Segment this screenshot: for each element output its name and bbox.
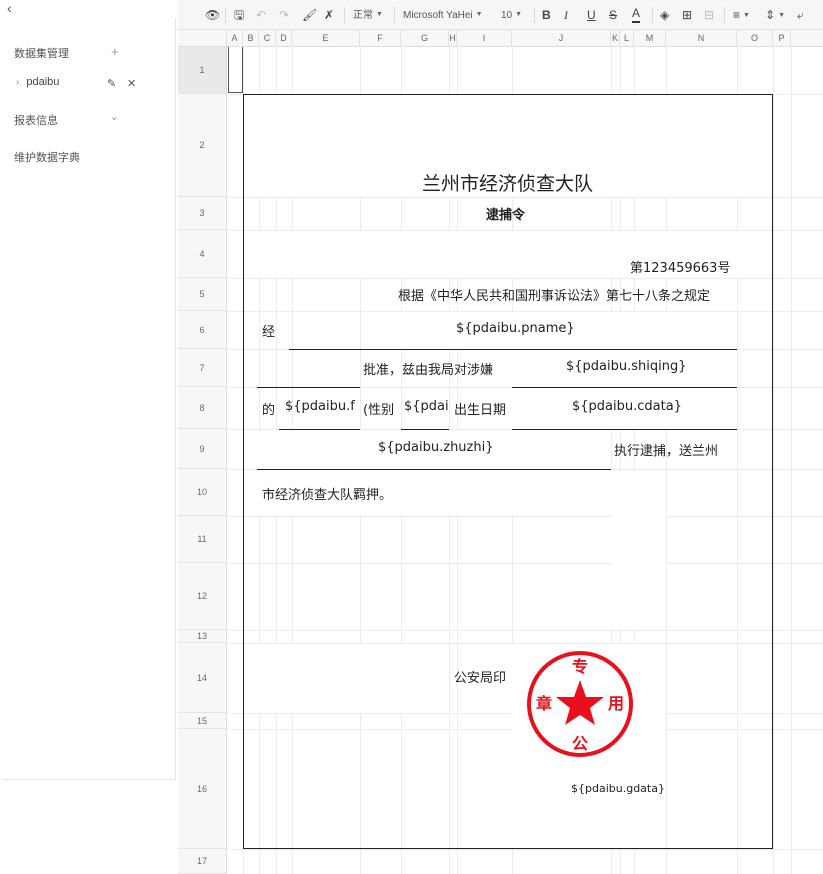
merge-cells-icon[interactable]: ⊟ xyxy=(704,7,714,23)
cell-gender[interactable]: (性别 xyxy=(363,399,394,418)
cell-detain[interactable]: 市经济侦查大队羁押。 xyxy=(262,484,392,503)
italic-button[interactable]: I xyxy=(564,7,568,23)
row-header-cell[interactable]: 6 xyxy=(178,311,226,349)
strikethrough-button[interactable]: S xyxy=(609,7,617,23)
row-header-cell[interactable]: 10 xyxy=(178,469,226,516)
border-icon[interactable]: ⊞ xyxy=(682,7,692,23)
doc-basis[interactable]: 根据《中华人民共和国刑事诉讼法》第七十八条之规定 xyxy=(398,285,710,304)
cell-f-field[interactable]: ${pdaibu.f xyxy=(285,399,355,414)
report-info-title[interactable]: 报表信息 xyxy=(14,112,58,128)
row-header-cell[interactable]: 4 xyxy=(178,230,226,278)
doc-title[interactable]: 兰州市经济侦查大队 xyxy=(422,169,593,196)
undo-icon[interactable]: ↶ xyxy=(256,7,266,23)
doc-number[interactable]: 第123459663号 xyxy=(630,257,730,276)
font-family-select[interactable]: Microsoft YaHei ▼ xyxy=(403,7,483,23)
clear-format-icon[interactable]: ✗ xyxy=(324,7,334,23)
column-header: A B C D E F G H I J K L M N O P xyxy=(178,30,823,47)
column-header-cell[interactable]: P xyxy=(773,30,791,47)
column-header-cell[interactable]: F xyxy=(360,30,401,47)
style-select[interactable]: 正常 ▼ xyxy=(353,7,383,23)
cell-via[interactable]: 经 xyxy=(262,321,275,340)
column-header-cell[interactable]: B xyxy=(243,30,259,47)
add-dataset-icon[interactable]: + xyxy=(111,44,119,59)
row-header-cell[interactable]: 14 xyxy=(178,643,226,713)
stamp-right-char: 用 xyxy=(608,694,624,713)
row-header-cell[interactable]: 8 xyxy=(178,387,226,429)
row-header-cell[interactable]: 9 xyxy=(178,429,226,469)
column-header-cell[interactable]: I xyxy=(457,30,512,47)
row-header-cell[interactable]: 2 xyxy=(178,94,226,197)
column-header-cell[interactable]: C xyxy=(259,30,276,47)
cell-cdata[interactable]: ${pdaibu.cdata} xyxy=(572,399,682,414)
maintain-dictionary-link[interactable]: 维护数据字典 xyxy=(14,149,80,165)
row-header-cell[interactable]: 15 xyxy=(178,713,226,729)
close-icon[interactable]: ✕ xyxy=(127,77,136,90)
row-header-cell[interactable]: 3 xyxy=(178,197,226,230)
redo-icon[interactable]: ↷ xyxy=(279,7,289,23)
preview-eye-icon[interactable]: 👁 xyxy=(205,7,220,23)
column-header-cell[interactable]: O xyxy=(737,30,773,47)
row-header-cell[interactable]: 11 xyxy=(178,516,226,563)
row-header: 1 2 3 4 5 6 7 8 9 10 11 12 13 14 15 16 1… xyxy=(178,47,227,874)
stamp-bottom-char: 公 xyxy=(572,734,588,753)
cell-approved[interactable]: 批准，兹由我局对涉嫌 xyxy=(363,359,493,378)
dataset-management-title: 数据集管理 xyxy=(14,48,69,60)
corner-cell[interactable] xyxy=(178,30,227,47)
dataset-item[interactable]: › pdaibu xyxy=(16,76,59,88)
stamp-left-char: 章 xyxy=(536,694,552,713)
underline-button[interactable]: U xyxy=(587,7,596,23)
text-wrap-icon[interactable]: ⤶ xyxy=(797,7,804,23)
selected-cell-a1[interactable] xyxy=(228,47,243,93)
row-header-cell[interactable]: 17 xyxy=(178,849,226,874)
column-header-cell[interactable]: A xyxy=(227,30,243,47)
chevron-right-icon: › xyxy=(16,77,20,88)
cell-birth[interactable]: 出生日期 xyxy=(454,399,506,418)
vertical-align-icon[interactable]: ⇕ ▼ xyxy=(765,7,785,23)
report-designer: ‹ 数据集管理 + › pdaibu ✎ ✕ 报表信息 ⌄ 维护数据字典 👁 🖫 … xyxy=(0,0,823,874)
font-size-select[interactable]: 10 ▼ xyxy=(501,7,522,23)
format-painter-icon[interactable]: 🖌 xyxy=(302,7,317,23)
cell-of[interactable]: 的 xyxy=(262,399,275,418)
font-color-button[interactable]: A xyxy=(632,7,641,23)
toolbar: 👁 🖫 ↶ ↷ 🖌 ✗ 正常 ▼ Microsoft YaHei ▼ 10 ▼ B I… xyxy=(178,0,823,30)
column-header-cell[interactable]: L xyxy=(620,30,634,47)
cell-shiqing[interactable]: ${pdaibu.shiqing} xyxy=(566,359,687,374)
row-header-cell[interactable]: 12 xyxy=(178,563,226,630)
cell-zhuzhi[interactable]: ${pdaibu.zhuzhi} xyxy=(378,440,494,455)
chevron-down-icon[interactable]: ⌄ xyxy=(110,112,118,123)
left-panel-box xyxy=(2,18,176,780)
stamp-top-char: 专 xyxy=(572,657,588,676)
row-header-cell[interactable]: 1 xyxy=(178,47,226,94)
doc-subtitle[interactable]: 逮捕令 xyxy=(486,204,525,223)
edit-icon[interactable]: ✎ xyxy=(107,77,116,90)
row-header-cell[interactable]: 7 xyxy=(178,349,226,387)
column-header-cell[interactable]: E xyxy=(292,30,360,47)
column-header-cell[interactable]: D xyxy=(276,30,292,47)
save-icon[interactable]: 🖫 xyxy=(234,7,244,23)
left-panel: ‹ 数据集管理 + › pdaibu ✎ ✕ 报表信息 ⌄ 维护数据字典 xyxy=(0,0,178,874)
align-left-icon[interactable]: ≡ ▼ xyxy=(733,7,750,23)
column-header-cell[interactable]: G xyxy=(401,30,449,47)
cell-pname[interactable]: ${pdaibu.pname} xyxy=(456,321,575,336)
dataset-item-label: pdaibu xyxy=(26,76,60,88)
column-header-cell[interactable]: N xyxy=(666,30,737,47)
column-header-cell[interactable]: J xyxy=(512,30,611,47)
official-seal-stamp: 专 章 用 公 xyxy=(527,651,633,757)
row-header-cell[interactable]: 13 xyxy=(178,630,226,643)
sheet-grid[interactable]: 兰州市经济侦查大队 逮捕令 第123459663号 根据《中华人民共和国刑事诉讼… xyxy=(227,47,823,874)
row-header-cell[interactable]: 16 xyxy=(178,729,226,849)
column-header-cell[interactable]: H xyxy=(449,30,457,47)
cell-execute[interactable]: 执行逮捕，送兰州 xyxy=(614,440,718,459)
row-header-cell[interactable]: 5 xyxy=(178,278,226,311)
cell-pdai[interactable]: ${pdai xyxy=(404,399,449,414)
bold-button[interactable]: B xyxy=(542,7,551,23)
column-header-cell[interactable]: M xyxy=(634,30,666,47)
cell-gdata[interactable]: ${pdaibu.gdata} xyxy=(571,782,665,795)
chevron-left-icon[interactable]: ‹ xyxy=(7,1,12,15)
column-header-cell[interactable]: K xyxy=(611,30,620,47)
fill-color-icon[interactable]: ◈ xyxy=(660,7,669,23)
cell-seal-label[interactable]: 公安局印 xyxy=(454,667,506,686)
